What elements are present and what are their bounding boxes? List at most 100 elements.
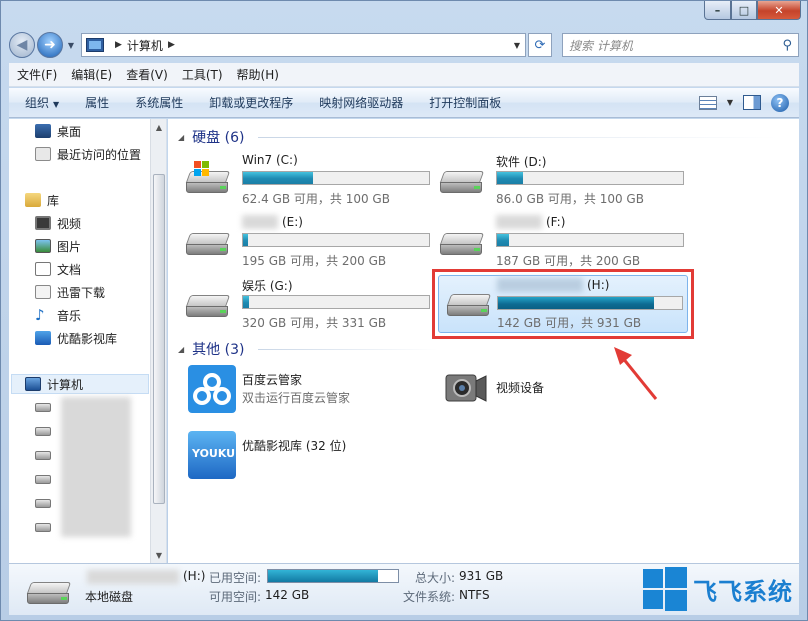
menu-tools[interactable]: 工具(T) <box>182 66 223 83</box>
sidebar-item-label: 迅雷下载 <box>57 285 106 300</box>
scroll-down-icon[interactable]: ▼ <box>151 547 167 563</box>
chevron-right-icon[interactable]: ▶ <box>168 40 175 50</box>
command-bar: 组织 ▼ 属性 系统属性 卸载或更改程序 映射网络驱动器 打开控制面板 ▼ ? <box>9 88 799 118</box>
drive-space-info: 187 GB 可用，共 200 GB <box>496 254 641 268</box>
drive-h-selected[interactable]: (H:) 142 GB 可用，共 931 GB <box>438 275 688 333</box>
forward-button[interactable]: ➜ <box>37 32 63 58</box>
drive-space-info: 320 GB 可用，共 331 GB <box>242 316 387 330</box>
item-baidu-cloud[interactable]: 百度云管家 双击运行百度云管家 <box>188 365 428 419</box>
sidebar-item-label: 音乐 <box>57 308 82 323</box>
menu-help[interactable]: 帮助(H) <box>237 66 279 83</box>
sidebar-drive-system[interactable] <box>35 397 51 417</box>
item-name: 视频设备 <box>496 381 545 395</box>
collapse-triangle-icon[interactable]: ◢ <box>178 345 184 354</box>
group-title: 硬盘 (6) <box>192 130 245 146</box>
group-divider <box>258 349 438 350</box>
hard-drive-icon <box>25 578 73 608</box>
open-control-panel-button[interactable]: 打开控制面板 <box>429 94 501 111</box>
scroll-thumb[interactable] <box>153 174 165 504</box>
group-header-other[interactable]: ◢ 其他 (3) <box>178 339 244 359</box>
address-bar[interactable]: ▶ 计算机 ▶ ▼ <box>81 33 526 57</box>
blurred-drive-names <box>61 397 131 537</box>
drive-f[interactable]: (F:) 187 GB 可用，共 200 GB <box>432 215 688 271</box>
drive-usage-bar <box>242 233 430 247</box>
sidebar-item-thunder-downloads[interactable]: 迅雷下载 <box>35 282 105 302</box>
help-icon[interactable]: ? <box>771 93 789 112</box>
preview-pane-icon[interactable] <box>743 95 761 110</box>
drive-e[interactable]: (E:) 195 GB 可用，共 200 GB <box>178 215 434 271</box>
group-header-hard-drives[interactable]: ◢ 硬盘 (6) <box>178 127 244 147</box>
scroll-up-icon[interactable]: ▲ <box>151 119 167 135</box>
search-icon[interactable]: ⚲ <box>782 38 792 53</box>
menu-file[interactable]: 文件(F) <box>17 66 57 83</box>
search-input[interactable]: 搜索 计算机 ⚲ <box>562 33 799 57</box>
sidebar-item-youku-library[interactable]: 优酷影视库 <box>35 328 117 348</box>
collapse-triangle-icon[interactable]: ◢ <box>178 133 184 142</box>
drive-name: (E:) <box>282 215 303 229</box>
sidebar-item-pictures[interactable]: 图片 <box>35 236 81 256</box>
desktop-icon <box>35 124 51 138</box>
map-network-drive-button[interactable]: 映射网络驱动器 <box>319 94 403 111</box>
drive-name: (F:) <box>546 215 566 229</box>
view-options-dropdown-icon[interactable]: ▼ <box>727 98 733 107</box>
details-free-label: 可用空间: <box>209 590 262 604</box>
sidebar-drive[interactable] <box>35 469 51 489</box>
drive-name: (H:) <box>587 278 610 292</box>
drive-icon <box>35 450 51 460</box>
sidebar-scrollbar[interactable]: ▲ ▼ <box>150 119 166 563</box>
close-button[interactable]: ✕ <box>757 1 801 20</box>
change-view-icon[interactable] <box>698 95 717 110</box>
organize-button[interactable]: 组织 ▼ <box>25 94 59 111</box>
drive-space-info: 195 GB 可用，共 200 GB <box>242 254 387 268</box>
minimize-button[interactable]: – <box>704 1 731 20</box>
details-total-value: 931 GB <box>459 569 504 583</box>
drive-name: Win7 (C:) <box>242 153 298 167</box>
recent-pages-dropdown[interactable]: ▼ <box>65 41 77 50</box>
address-dropdown-icon[interactable]: ▼ <box>509 41 525 50</box>
drive-name: 娱乐 (G:) <box>242 279 293 293</box>
sidebar-drive[interactable] <box>35 445 51 465</box>
drive-space-info: 142 GB 可用，共 931 GB <box>497 316 642 330</box>
sidebar-item-recent-places[interactable]: 最近访问的位置 <box>35 144 141 164</box>
back-button[interactable]: ◀ <box>9 32 35 58</box>
sidebar-item-label: 最近访问的位置 <box>57 147 142 162</box>
menu-edit[interactable]: 编辑(E) <box>71 66 112 83</box>
drive-c[interactable]: Win7 (C:) 62.4 GB 可用，共 100 GB <box>178 153 434 209</box>
sidebar-item-documents[interactable]: 文档 <box>35 259 81 279</box>
item-youku-library[interactable]: YOUKU 优酷影视库 (32 位) <box>188 427 428 481</box>
drive-g[interactable]: 娱乐 (G:) 320 GB 可用，共 331 GB <box>178 277 434 333</box>
chevron-right-icon[interactable]: ▶ <box>115 40 122 50</box>
group-title: 其他 (3) <box>192 342 245 358</box>
sidebar-item-computer[interactable]: 计算机 <box>25 374 83 394</box>
sidebar-item-desktop[interactable]: 桌面 <box>35 121 81 141</box>
sidebar-item-music[interactable]: ♪ 音乐 <box>35 305 81 325</box>
sidebar-item-label: 文档 <box>57 262 82 277</box>
system-properties-button[interactable]: 系统属性 <box>135 94 183 111</box>
uninstall-program-button[interactable]: 卸载或更改程序 <box>209 94 293 111</box>
refresh-button[interactable]: ⟳ <box>528 33 552 57</box>
sidebar-item-videos[interactable]: 视频 <box>35 213 81 233</box>
sidebar-drive[interactable] <box>35 517 51 537</box>
properties-button[interactable]: 属性 <box>85 94 109 111</box>
windows-logo-icon <box>194 161 210 177</box>
details-fs-value: NTFS <box>459 588 490 602</box>
hard-drive-icon <box>184 291 234 321</box>
sidebar-drive[interactable] <box>35 421 51 441</box>
drive-icon <box>35 474 51 484</box>
search-placeholder: 搜索 计算机 <box>569 38 633 53</box>
computer-icon <box>25 377 41 391</box>
sidebar-item-libraries[interactable]: 库 <box>25 190 59 210</box>
drive-d[interactable]: 软件 (D:) 86.0 GB 可用，共 100 GB <box>432 153 688 209</box>
hard-drive-icon <box>438 229 488 259</box>
drive-usage-bar <box>242 171 430 185</box>
drive-name: 软件 (D:) <box>496 155 547 169</box>
sidebar-drive[interactable] <box>35 493 51 513</box>
menu-view[interactable]: 查看(V) <box>126 66 168 83</box>
breadcrumb-computer[interactable]: 计算机 <box>127 37 163 54</box>
drive-usage-bar <box>497 296 683 310</box>
details-usage-bar <box>267 569 399 583</box>
computer-icon <box>86 38 104 52</box>
maximize-button[interactable]: □ <box>731 1 757 20</box>
youku-library-icon <box>35 331 51 345</box>
window-controls: – □ ✕ <box>704 1 801 20</box>
